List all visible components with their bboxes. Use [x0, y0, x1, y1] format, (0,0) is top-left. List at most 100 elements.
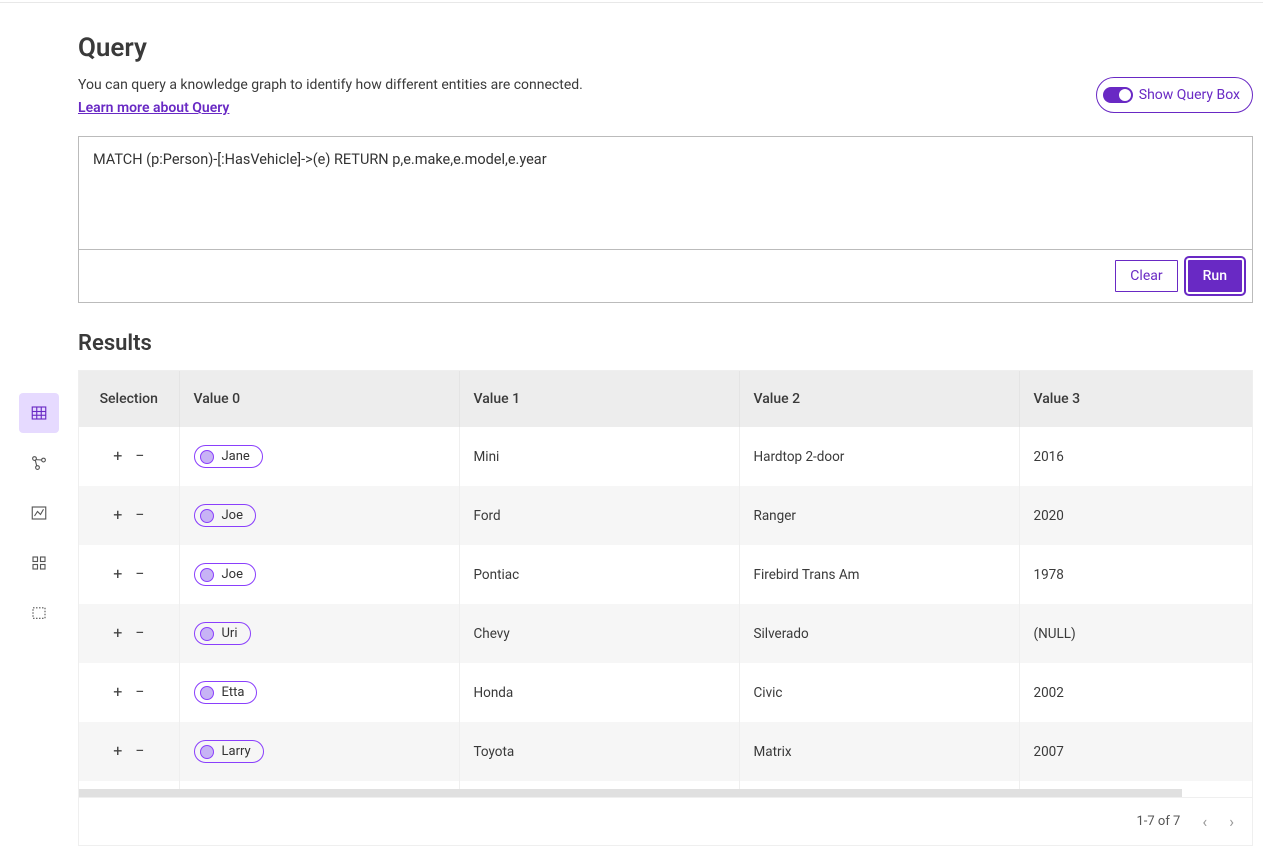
selection-cell: +−: [79, 486, 179, 545]
entity-cell: [179, 781, 459, 789]
learn-more-link[interactable]: Learn more about Query: [78, 100, 229, 116]
value-cell: [459, 781, 739, 789]
query-editor: Clear Run: [78, 136, 1253, 303]
run-button[interactable]: Run: [1188, 260, 1242, 292]
selection-cell: +−: [79, 604, 179, 663]
col-value-3[interactable]: Value 3: [1019, 371, 1252, 427]
value-cell: Silverado: [739, 604, 1019, 663]
table-view-icon[interactable]: [19, 393, 59, 433]
remove-row-icon[interactable]: −: [133, 508, 147, 522]
value-cell: 2016: [1019, 427, 1252, 486]
table-row: +−: [79, 781, 1252, 789]
toggle-label: Show Query Box: [1139, 87, 1240, 103]
entity-dot-icon: [200, 509, 214, 523]
col-value-0[interactable]: Value 0: [179, 371, 459, 427]
entity-cell: Joe: [179, 486, 459, 545]
entity-cell: Joe: [179, 545, 459, 604]
remove-row-icon[interactable]: −: [133, 744, 147, 758]
entity-chip[interactable]: Joe: [194, 504, 256, 527]
col-value-2[interactable]: Value 2: [739, 371, 1019, 427]
pagination-text: 1-7 of 7: [1136, 814, 1180, 829]
selection-cell: +−: [79, 722, 179, 781]
entity-chip[interactable]: Uri: [194, 622, 251, 645]
entity-dot-icon: [200, 745, 214, 759]
entity-label: Jane: [222, 449, 250, 464]
value-cell: Matrix: [739, 722, 1019, 781]
value-cell: Hardtop 2-door: [739, 427, 1019, 486]
value-cell: 2007: [1019, 722, 1252, 781]
value-cell: Mini: [459, 427, 739, 486]
chart-view-icon[interactable]: [19, 493, 59, 533]
add-row-icon[interactable]: +: [111, 508, 125, 522]
col-selection[interactable]: Selection: [79, 371, 179, 427]
entity-chip[interactable]: Larry: [194, 740, 264, 763]
add-row-icon[interactable]: +: [111, 744, 125, 758]
table-row: +− Joe PontiacFirebird Trans Am1978: [79, 545, 1252, 604]
table-row: +− Etta HondaCivic2002: [79, 663, 1252, 722]
results-scroll[interactable]: Selection Value 0 Value 1 Value 2 Value …: [79, 371, 1252, 789]
value-cell: Civic: [739, 663, 1019, 722]
results-panel: Selection Value 0 Value 1 Value 2 Value …: [78, 370, 1253, 846]
entity-cell: Jane: [179, 427, 459, 486]
entity-dot-icon: [200, 450, 214, 464]
value-cell: [739, 781, 1019, 789]
entity-dot-icon: [200, 568, 214, 582]
page-title: Query: [78, 33, 583, 63]
value-cell: (NULL): [1019, 604, 1252, 663]
add-row-icon[interactable]: +: [111, 685, 125, 699]
entity-cell: Uri: [179, 604, 459, 663]
entity-label: Etta: [222, 685, 245, 700]
value-cell: 2020: [1019, 486, 1252, 545]
table-row: +− Jane MiniHardtop 2-door2016: [79, 427, 1252, 486]
value-cell: [1019, 781, 1252, 789]
entity-cell: Larry: [179, 722, 459, 781]
entity-chip[interactable]: Etta: [194, 681, 258, 704]
selection-cell: +−: [79, 663, 179, 722]
results-table: Selection Value 0 Value 1 Value 2 Value …: [79, 371, 1252, 789]
query-input[interactable]: [79, 137, 1252, 245]
add-row-icon[interactable]: +: [111, 567, 125, 581]
page-description: You can query a knowledge graph to ident…: [78, 77, 583, 93]
remove-row-icon[interactable]: −: [133, 567, 147, 581]
pagination-bar: 1-7 of 7 ‹ ›: [79, 797, 1252, 845]
entity-chip[interactable]: Joe: [194, 563, 256, 586]
entity-label: Larry: [222, 744, 251, 759]
next-page-icon[interactable]: ›: [1229, 812, 1234, 831]
selection-cell: +−: [79, 781, 179, 789]
value-cell: Ranger: [739, 486, 1019, 545]
col-value-1[interactable]: Value 1: [459, 371, 739, 427]
value-cell: Chevy: [459, 604, 739, 663]
prev-page-icon[interactable]: ‹: [1202, 812, 1207, 831]
value-cell: Toyota: [459, 722, 739, 781]
show-query-box-toggle[interactable]: Show Query Box: [1096, 77, 1253, 113]
value-cell: 1978: [1019, 545, 1252, 604]
grid-view-icon[interactable]: [19, 543, 59, 583]
horizontal-scrollbar[interactable]: [79, 789, 1182, 797]
remove-row-icon[interactable]: −: [133, 626, 147, 640]
entity-cell: Etta: [179, 663, 459, 722]
selection-cell: +−: [79, 427, 179, 486]
value-cell: Pontiac: [459, 545, 739, 604]
add-row-icon[interactable]: +: [111, 626, 125, 640]
value-cell: Firebird Trans Am: [739, 545, 1019, 604]
table-row: +− Larry ToyotaMatrix2007: [79, 722, 1252, 781]
results-title: Results: [78, 331, 1253, 356]
entity-dot-icon: [200, 686, 214, 700]
select-view-icon[interactable]: [19, 593, 59, 633]
entity-chip[interactable]: Jane: [194, 445, 263, 468]
table-row: +− Uri ChevySilverado(NULL): [79, 604, 1252, 663]
value-cell: Honda: [459, 663, 739, 722]
view-rail: [0, 3, 78, 847]
toggle-switch-icon: [1103, 87, 1133, 103]
add-row-icon[interactable]: +: [111, 449, 125, 463]
clear-button[interactable]: Clear: [1115, 260, 1177, 292]
value-cell: 2002: [1019, 663, 1252, 722]
remove-row-icon[interactable]: −: [133, 685, 147, 699]
value-cell: Ford: [459, 486, 739, 545]
selection-cell: +−: [79, 545, 179, 604]
entity-dot-icon: [200, 627, 214, 641]
table-row: +− Joe FordRanger2020: [79, 486, 1252, 545]
graph-view-icon[interactable]: [19, 443, 59, 483]
remove-row-icon[interactable]: −: [133, 449, 147, 463]
entity-label: Joe: [222, 567, 243, 582]
